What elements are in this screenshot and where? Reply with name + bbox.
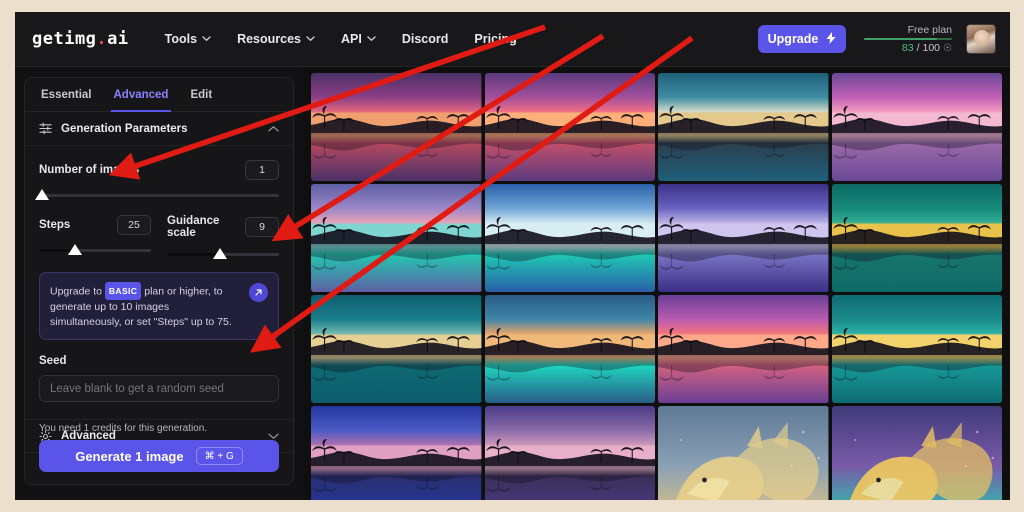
image-grid (311, 73, 1002, 500)
sliders-icon (39, 122, 52, 135)
steps-control: Steps 25 (39, 215, 151, 256)
chevron-up-icon[interactable] (268, 125, 279, 133)
upgrade-notice-prefix: Upgrade to (50, 285, 102, 298)
generated-images-grid (304, 67, 1010, 500)
upgrade-plan-notice[interactable]: Upgrade to BASIC plan or higher, to gene… (39, 272, 279, 340)
slider-fill (167, 253, 218, 256)
getimg-app-window: getimg.ai Tools Resources API Discord Pr… (15, 12, 1010, 500)
tab-essential-label: Essential (41, 88, 92, 101)
plan-progress-fill (864, 38, 938, 40)
guidance-scale-row: Guidance scale 9 (167, 215, 279, 239)
nav-resources-label: Resources (237, 32, 301, 46)
gallery-image[interactable] (658, 73, 829, 181)
plan-credits: 83 / 100 ☉ (902, 42, 952, 54)
credits-note: You need 1 credits for this generation. (39, 423, 208, 434)
settings-sidebar: Essential Advanced Edit Generation Param… (15, 67, 303, 500)
gallery-image[interactable] (484, 406, 655, 500)
steps-row: Steps 25 (39, 215, 151, 235)
gallery-image[interactable] (484, 184, 655, 292)
brand-suffix: ai (107, 29, 129, 49)
slider-track (39, 194, 279, 197)
credits-total: 100 (922, 42, 941, 54)
number-of-images-value[interactable]: 1 (245, 160, 279, 180)
slider-thumb[interactable] (68, 244, 83, 255)
generate-shortcut-badge: ⌘ + G (195, 447, 243, 465)
settings-panel: Essential Advanced Edit Generation Param… (24, 77, 294, 485)
upgrade-notice-text: Upgrade to BASIC plan or higher, to gene… (50, 282, 241, 330)
settings-tabs: Essential Advanced Edit (25, 78, 293, 112)
tab-edit-label: Edit (190, 88, 213, 101)
guidance-scale-control: Guidance scale 9 (167, 215, 279, 259)
generation-parameters-header[interactable]: Generation Parameters (25, 112, 293, 146)
steps-label: Steps (39, 219, 71, 231)
chevron-down-icon[interactable] (268, 432, 279, 440)
parameters-body: Number of images 1 Steps 25 Guidance sca… (25, 146, 293, 453)
arrow-up-right-icon[interactable] (249, 283, 268, 302)
brand-name: getimg (32, 29, 97, 49)
gallery-image[interactable] (658, 406, 829, 500)
chevron-down-icon (202, 34, 211, 43)
screenshot-root: getimg.ai Tools Resources API Discord Pr… (0, 0, 1024, 512)
gallery-image[interactable] (658, 295, 829, 403)
generate-button-label: Generate 1 image (75, 448, 184, 464)
nav-tools-label: Tools (164, 32, 198, 46)
nav-item-tools[interactable]: Tools (165, 32, 211, 46)
gallery-image[interactable] (831, 406, 1002, 500)
gallery-image[interactable] (831, 73, 1002, 181)
slider-thumb[interactable] (35, 189, 49, 200)
gallery-image[interactable] (311, 406, 482, 500)
gallery-image[interactable] (311, 73, 482, 181)
coins-icon: ☉ (943, 42, 952, 54)
chevron-down-icon (367, 34, 376, 43)
number-of-images-label: Number of images (39, 164, 140, 176)
tab-edit[interactable]: Edit (190, 78, 212, 112)
nav-links: Tools Resources API Discord Pricing (165, 32, 517, 46)
credits-used: 83 (901, 42, 914, 54)
gallery-image[interactable] (484, 295, 655, 403)
guidance-scale-slider[interactable] (167, 248, 279, 259)
guidance-scale-value[interactable]: 9 (245, 217, 279, 237)
seed-input[interactable] (39, 375, 279, 402)
plan-label: Free plan (907, 24, 952, 36)
gallery-image[interactable] (311, 184, 482, 292)
credits-separator: / (916, 42, 920, 54)
brand-dot: . (96, 29, 108, 49)
gallery-image[interactable] (831, 184, 1002, 292)
gallery-image[interactable] (484, 73, 655, 181)
gallery-image[interactable] (311, 295, 482, 403)
number-of-images-row: Number of images 1 (39, 160, 279, 180)
basic-plan-badge: BASIC (104, 282, 142, 300)
steps-guidance-row: Steps 25 Guidance scale 9 (39, 215, 279, 259)
tab-advanced[interactable]: Advanced (110, 78, 172, 112)
steps-value[interactable]: 25 (117, 215, 151, 235)
lightning-bolt-icon (826, 31, 836, 47)
number-of-images-slider[interactable] (35, 189, 279, 200)
chevron-down-icon (306, 34, 315, 43)
seed-label: Seed (39, 355, 67, 367)
generate-button[interactable]: Generate 1 image ⌘ + G (39, 440, 279, 472)
nav-right-cluster: Upgrade Free plan 83 / 100 ☉ (758, 24, 996, 54)
user-avatar[interactable] (966, 24, 996, 54)
upgrade-button-label: Upgrade (767, 32, 819, 46)
tab-essential[interactable]: Essential (41, 78, 92, 112)
tab-advanced-label: Advanced (113, 88, 169, 101)
guidance-scale-label: Guidance scale (167, 215, 220, 239)
nav-pricing-label: Pricing (474, 32, 517, 46)
gallery-image[interactable] (831, 295, 1002, 403)
plan-progress-bar (864, 38, 952, 40)
nav-item-discord[interactable]: Discord (402, 32, 449, 46)
brand-logo[interactable]: getimg.ai (32, 29, 129, 49)
nav-discord-label: Discord (401, 32, 449, 46)
nav-item-api[interactable]: API (341, 32, 376, 46)
gallery-image[interactable] (658, 184, 829, 292)
upgrade-button[interactable]: Upgrade (758, 25, 846, 53)
nav-item-resources[interactable]: Resources (237, 32, 315, 46)
generation-parameters-title: Generation Parameters (61, 122, 188, 135)
steps-slider[interactable] (39, 244, 151, 255)
nav-api-label: API (341, 32, 362, 46)
plan-usage[interactable]: Free plan 83 / 100 ☉ (860, 24, 952, 54)
top-navigation-bar: getimg.ai Tools Resources API Discord Pr… (15, 12, 1010, 67)
slider-thumb[interactable] (212, 248, 227, 259)
nav-item-pricing[interactable]: Pricing (474, 32, 516, 46)
